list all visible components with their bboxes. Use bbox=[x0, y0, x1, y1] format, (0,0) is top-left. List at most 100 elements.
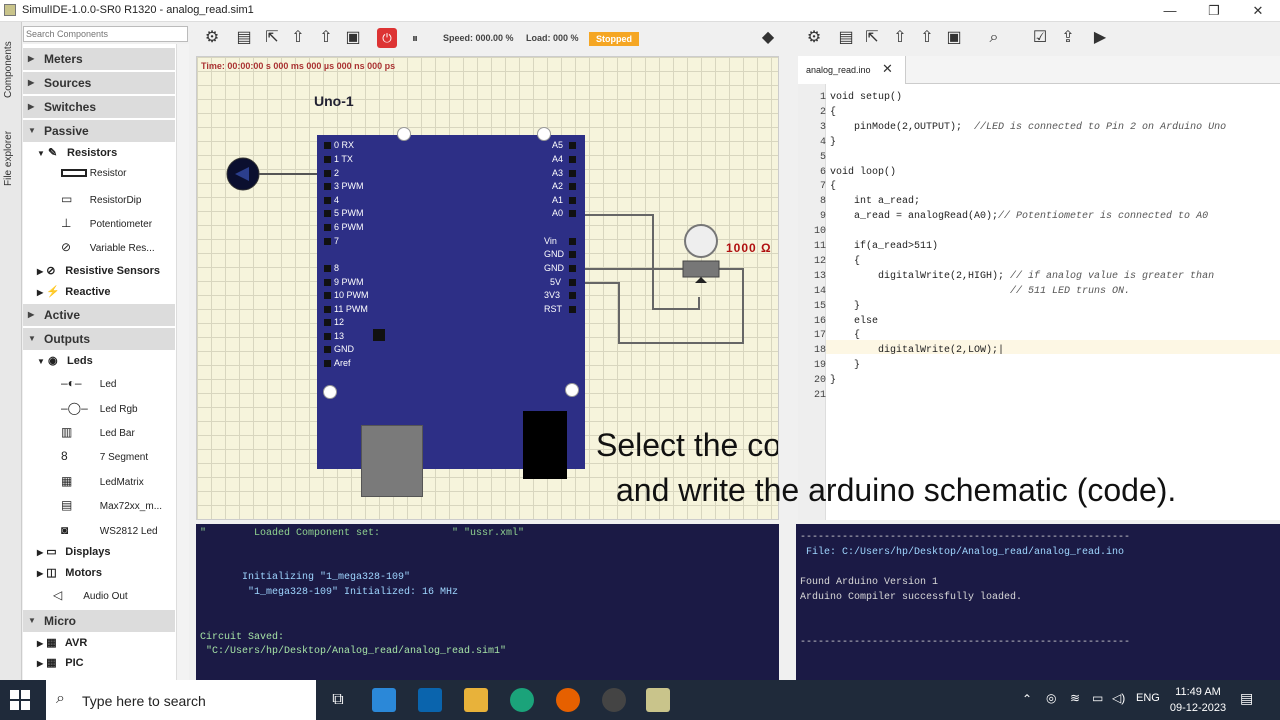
simulator-console[interactable]: " Loaded Component set: " "ussr.xml" Ini… bbox=[196, 524, 779, 680]
pin-connector[interactable] bbox=[569, 142, 576, 149]
pin-connector[interactable] bbox=[569, 197, 576, 204]
pin-connector[interactable] bbox=[569, 183, 576, 190]
search-components-input[interactable] bbox=[23, 26, 188, 42]
subcategory-resistive-sensors[interactable]: ▶ ⊘ Resistive Sensors bbox=[37, 264, 160, 277]
code-line[interactable]: int a_read; bbox=[830, 196, 920, 207]
component-led-rgb[interactable]: –◯– Led Rgb bbox=[61, 401, 138, 415]
tray-meet-icon[interactable]: ◎ bbox=[1046, 691, 1056, 705]
pin-connector[interactable] bbox=[324, 292, 331, 299]
volume-icon[interactable]: ◁) bbox=[1112, 691, 1125, 705]
pause-button-icon[interactable]: ⏸ bbox=[405, 28, 425, 48]
code-line[interactable]: pinMode(2,OUTPUT); //LED is connected to… bbox=[830, 122, 1226, 133]
power-button-icon[interactable]: ⏻ bbox=[377, 28, 397, 48]
circuit-new-icon[interactable]: ▤ bbox=[234, 28, 254, 48]
notifications-icon[interactable]: ▤ bbox=[1240, 690, 1253, 707]
code-line[interactable]: { bbox=[830, 107, 836, 118]
category-switches[interactable]: ▶ Switches bbox=[23, 96, 175, 118]
editor-export-icon[interactable]: ▣ bbox=[944, 28, 964, 48]
category-sources[interactable]: ▶ Sources bbox=[23, 72, 175, 94]
pin-connector[interactable] bbox=[324, 170, 331, 177]
pin-connector[interactable] bbox=[569, 251, 576, 258]
editor-save-icon[interactable]: ⇧ bbox=[890, 28, 910, 48]
pin-connector[interactable] bbox=[324, 306, 331, 313]
code-line[interactable]: // 511 LED truns ON. bbox=[830, 286, 1130, 297]
subcategory-resistors[interactable]: ▼ ✎ Resistors bbox=[37, 146, 117, 159]
pin-connector[interactable] bbox=[324, 183, 331, 190]
subcategory-reactive[interactable]: ▶ ⚡ Reactive bbox=[37, 285, 111, 298]
tab-components[interactable]: Components bbox=[3, 30, 19, 110]
pin-connector[interactable] bbox=[569, 279, 576, 286]
pin-connector[interactable] bbox=[569, 292, 576, 299]
category-active[interactable]: ▶ Active bbox=[23, 304, 175, 326]
debug-diamond-icon[interactable]: ◆ bbox=[758, 28, 778, 48]
find-replace-icon[interactable]: ⌕ bbox=[984, 28, 1004, 48]
mail-icon[interactable] bbox=[418, 688, 442, 712]
code-line[interactable]: { bbox=[830, 330, 860, 341]
category-outputs[interactable]: ▼ Outputs bbox=[23, 328, 175, 350]
editor-new-icon[interactable]: ▤ bbox=[836, 28, 856, 48]
circuit-canvas[interactable]: Time: 00:00:00 s 000 ms 000 µs 000 ns 00… bbox=[196, 56, 779, 520]
code-line[interactable]: void loop() bbox=[830, 167, 896, 178]
component-ws2812[interactable]: ◙ WS2812 Led bbox=[61, 523, 158, 537]
open-file-icon[interactable]: ⇱ bbox=[262, 28, 282, 48]
maximize-button[interactable]: ❐ bbox=[1192, 0, 1236, 22]
editor-save-as-icon[interactable]: ⇧ bbox=[917, 28, 937, 48]
firefox-icon[interactable] bbox=[556, 688, 580, 712]
editor-settings-gear-icon[interactable]: ⚙ bbox=[804, 28, 824, 48]
code-line[interactable]: } bbox=[830, 301, 860, 312]
component-resistor[interactable]: Resistor bbox=[61, 168, 126, 179]
code-line[interactable]: if(a_read>511) bbox=[830, 241, 938, 252]
code-line[interactable]: } bbox=[830, 137, 836, 148]
file-explorer-icon[interactable] bbox=[464, 688, 488, 712]
pin-connector[interactable] bbox=[324, 224, 331, 231]
pin-connector[interactable] bbox=[324, 346, 331, 353]
close-button[interactable]: ✕ bbox=[1236, 0, 1280, 22]
pin-connector[interactable] bbox=[324, 319, 331, 326]
code-line[interactable]: { bbox=[830, 181, 836, 192]
minimize-button[interactable]: — bbox=[1148, 0, 1192, 22]
subcategory-avr[interactable]: ▶ ▦ AVR bbox=[37, 636, 87, 649]
pin-connector[interactable] bbox=[324, 238, 331, 245]
language-indicator[interactable]: ENG bbox=[1136, 692, 1160, 704]
pin-connector[interactable] bbox=[569, 306, 576, 313]
pin-connector[interactable] bbox=[324, 360, 331, 367]
subcategory-leds[interactable]: ▼ ◉ Leds bbox=[37, 354, 93, 367]
category-passive[interactable]: ▼ Passive bbox=[23, 120, 175, 142]
windows-start-icon[interactable] bbox=[10, 690, 30, 710]
subcategory-motors[interactable]: ▶ ◫ Motors bbox=[37, 566, 102, 579]
subcategory-pic[interactable]: ▶ ▦ PIC bbox=[37, 656, 84, 669]
pin-connector[interactable] bbox=[324, 279, 331, 286]
component-7-segment[interactable]: 8 7 Segment bbox=[61, 449, 148, 463]
pin-connector[interactable] bbox=[569, 265, 576, 272]
category-micro[interactable]: ▼ Micro bbox=[23, 610, 175, 632]
pin-connector[interactable] bbox=[324, 265, 331, 272]
tab-analog-read-ino[interactable]: analog_read.ino ✕ bbox=[798, 56, 906, 84]
debug-run-icon[interactable]: ▶ bbox=[1090, 28, 1110, 48]
component-resistordip[interactable]: ▭ ResistorDip bbox=[61, 192, 141, 206]
console-scrollbar[interactable] bbox=[779, 524, 792, 680]
taskbar-clock[interactable]: 11:49 AM 09-12-2023 bbox=[1166, 684, 1230, 716]
pin-connector[interactable] bbox=[324, 156, 331, 163]
export-icon[interactable]: ▣ bbox=[343, 28, 363, 48]
pin-connector[interactable] bbox=[569, 170, 576, 177]
pin-connector[interactable] bbox=[324, 197, 331, 204]
save-file-icon[interactable]: ⇧ bbox=[288, 28, 308, 48]
subcategory-displays[interactable]: ▶ ▭ Displays bbox=[37, 545, 111, 558]
tray-chevron-icon[interactable]: ⌃ bbox=[1022, 692, 1032, 706]
close-tab-icon[interactable]: ✕ bbox=[882, 61, 893, 77]
settings-gear-icon[interactable]: ⚙ bbox=[202, 28, 222, 48]
pin-connector[interactable] bbox=[569, 238, 576, 245]
code-editor[interactable]: 1 2 3 4 5 6 7 8 9 10 11 12 13 14 15 16 17 18 19 20 21 void s… bbox=[798, 84, 1280, 520]
code-line[interactable]: a_read = analogRead(A0);// Potentiometer… bbox=[830, 211, 1208, 222]
code-line[interactable]: } bbox=[830, 360, 860, 371]
component-led-bar[interactable]: ▥ Led Bar bbox=[61, 425, 135, 439]
code-line[interactable]: void setup() bbox=[830, 92, 902, 103]
tab-file-explorer[interactable]: File explorer bbox=[3, 118, 19, 198]
compiler-console[interactable]: ----------------------------------------… bbox=[796, 524, 1280, 680]
pin-connector[interactable] bbox=[324, 142, 331, 149]
component-max72xx[interactable]: ▤ Max72xx_m... bbox=[61, 498, 162, 512]
task-view-icon[interactable]: ⧉ bbox=[326, 688, 350, 712]
component-list-scrollbar[interactable] bbox=[176, 44, 189, 680]
pin-connector[interactable] bbox=[324, 333, 331, 340]
compile-check-icon[interactable]: ☑ bbox=[1030, 28, 1050, 48]
